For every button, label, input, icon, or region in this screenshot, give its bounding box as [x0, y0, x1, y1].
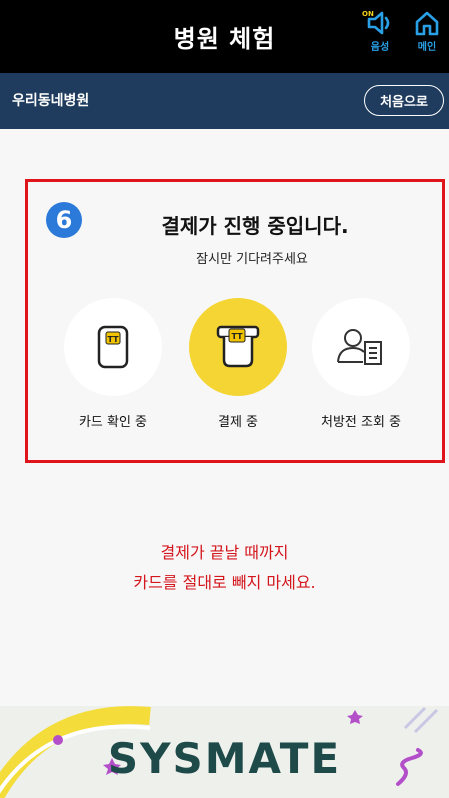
- restart-button[interactable]: 처음으로: [364, 85, 444, 116]
- voice-on-badge: ON: [362, 10, 374, 18]
- home-label: 메인: [417, 42, 437, 53]
- payment-status-panel: 6 결제가 진행 중입니다. 잠시만 기다려주세요 TT 카드 확인 중 TT …: [25, 179, 445, 463]
- prescription-user-icon: [337, 329, 382, 365]
- status-subtitle: 잠시만 기다려주세요: [196, 252, 308, 267]
- voice-label: 음성: [370, 42, 390, 53]
- home-button[interactable]: 메인: [407, 10, 447, 64]
- hospital-name: 우리동네병원: [12, 93, 90, 109]
- warning-line-1: 결제가 끝날 때까지: [160, 543, 289, 562]
- step-prescription: 처방전 조회 중: [306, 298, 416, 432]
- remove-card-warning: 결제가 끝날 때까지 카드를 절대로 빼지 마세요.: [0, 538, 449, 598]
- step-card-check: TT 카드 확인 중: [58, 298, 168, 432]
- sub-header: 우리동네병원 처음으로: [0, 73, 449, 129]
- warning-line-2: 카드를 절대로 빼지 마세요.: [133, 573, 316, 592]
- step-label: 카드 확인 중: [78, 415, 148, 430]
- status-title: 결제가 진행 중입니다.: [161, 214, 349, 238]
- svg-text:TT: TT: [231, 332, 243, 341]
- step-circle: TT: [64, 298, 162, 396]
- brand-logo: SYSMATE: [107, 734, 342, 783]
- step-circle-active: TT: [189, 298, 287, 396]
- svg-text:TT: TT: [107, 335, 119, 344]
- card-insert-icon: TT: [97, 325, 129, 369]
- home-icon: [415, 11, 439, 36]
- step-payment: TT 결제 중: [183, 298, 293, 432]
- step-circle: [312, 298, 410, 396]
- card-payment-icon: TT: [216, 325, 260, 368]
- step-label: 결제 중: [217, 415, 258, 430]
- app-header: 병원 체험 ON 음성 메인: [0, 0, 449, 73]
- step-label: 처방전 조회 중: [320, 415, 402, 430]
- footer-banner: SYSMATE: [0, 706, 449, 798]
- voice-button[interactable]: ON 음성: [360, 10, 400, 64]
